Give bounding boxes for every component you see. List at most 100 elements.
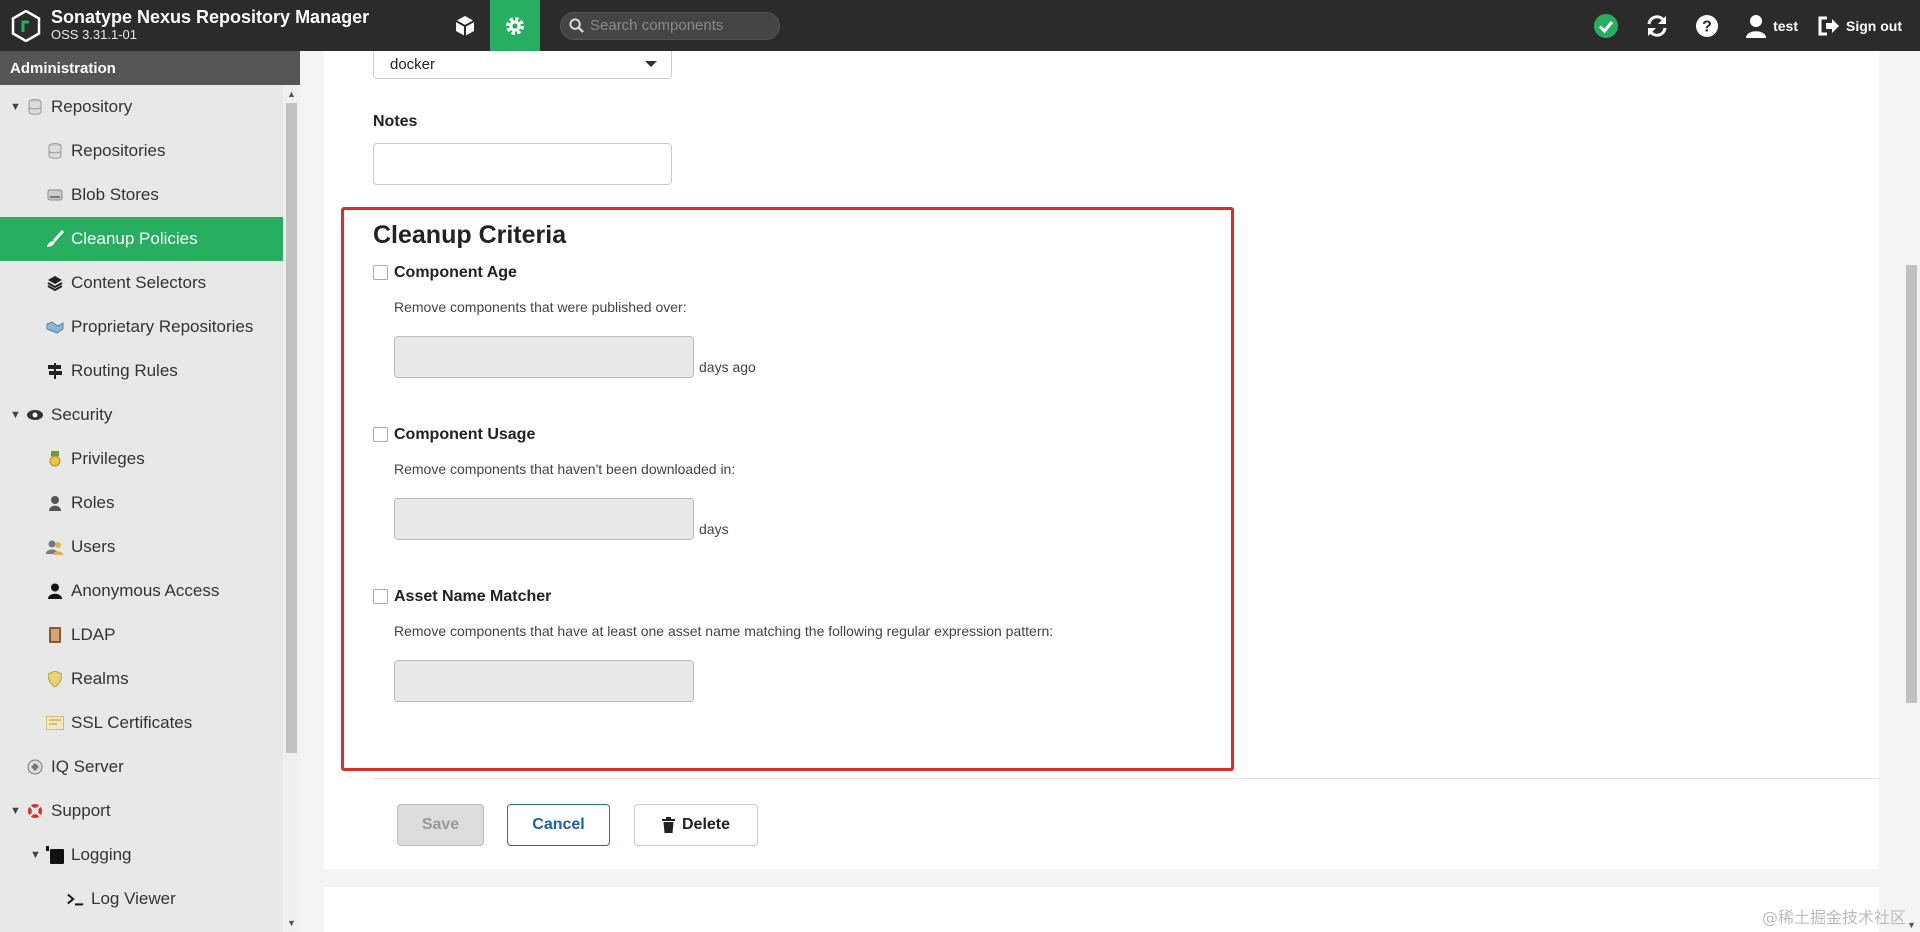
- section-title: Cleanup Criteria: [373, 221, 567, 249]
- sidebar-item-support[interactable]: ▼ Support: [0, 789, 283, 833]
- component-age-input[interactable]: [394, 336, 694, 378]
- sidebar-item-users[interactable]: Users: [0, 525, 283, 569]
- sidebar-item-label: Proprietary Repositories: [71, 317, 254, 336]
- main-scrollbar[interactable]: ▼: [1903, 51, 1920, 932]
- browse-icon: [455, 15, 475, 36]
- brand[interactable]: Sonatype Nexus Repository Manager OSS 3.…: [0, 8, 440, 42]
- logging-icon: [46, 846, 64, 864]
- database-icon: [26, 98, 44, 116]
- user-icon: [46, 582, 64, 600]
- component-age-label: Component Age: [394, 264, 517, 281]
- delete-button[interactable]: Delete: [634, 804, 758, 846]
- sidebar-item-log-viewer[interactable]: Log Viewer: [0, 877, 283, 921]
- form-panel: docker Notes Cleanup Criteria Component …: [324, 51, 1879, 869]
- browse-button[interactable]: [440, 0, 490, 51]
- notes-label: Notes: [373, 113, 418, 130]
- sidebar-item-label: Roles: [71, 493, 115, 512]
- expand-caret-icon[interactable]: ▼: [10, 409, 21, 421]
- book-icon: [46, 626, 64, 644]
- sign-out-label: Sign out: [1846, 17, 1902, 34]
- sidebar-item-iq-server[interactable]: IQ Server: [0, 745, 283, 789]
- sidebar-item-cleanup-policies[interactable]: Cleanup Policies: [0, 217, 283, 261]
- sidebar-item-ssl-certificates[interactable]: SSL Certificates: [0, 701, 283, 745]
- admin-button[interactable]: [490, 0, 540, 51]
- sidebar-item-proprietary-repositories[interactable]: Proprietary Repositories: [0, 305, 283, 349]
- main-scroll-thumb[interactable]: [1906, 265, 1917, 703]
- save-button[interactable]: Save: [397, 804, 484, 846]
- gear-icon: [506, 16, 524, 35]
- component-usage-input[interactable]: [394, 498, 694, 540]
- users-icon: [46, 538, 64, 556]
- sign-out-icon: [1818, 16, 1839, 35]
- sidebar-item-label: Logging: [71, 845, 132, 864]
- asset-name-matcher-checkbox[interactable]: [373, 589, 388, 604]
- chevron-down-icon: [645, 61, 657, 67]
- search-input[interactable]: [590, 17, 770, 34]
- sidebar-item-label: Realms: [71, 669, 129, 688]
- asset-name-matcher-desc: Remove components that have at least one…: [394, 623, 1054, 639]
- top-bar: Sonatype Nexus Repository Manager OSS 3.…: [0, 0, 1920, 51]
- layers-icon: [46, 274, 64, 292]
- scroll-down-icon[interactable]: ▼: [287, 918, 296, 928]
- sidebar-scrollbar[interactable]: ▲ ▼: [283, 85, 300, 932]
- iq-icon: [26, 758, 44, 776]
- help-button[interactable]: ?: [1695, 14, 1725, 38]
- status-indicator[interactable]: [1593, 13, 1625, 39]
- notes-field[interactable]: [373, 143, 672, 185]
- nexus-logo-icon: [11, 9, 41, 42]
- nav-tree: ▼ Repository Repositories Blob Stores Cleanu…: [0, 85, 283, 921]
- sidebar-item-label: Log Viewer: [91, 889, 176, 908]
- user-icon: [1746, 14, 1767, 38]
- database-icon: [46, 142, 64, 160]
- sidebar-item-label: IQ Server: [51, 757, 124, 776]
- sidebar-scroll-thumb[interactable]: [286, 103, 297, 753]
- user-menu[interactable]: test: [1745, 14, 1798, 38]
- username: test: [1773, 17, 1798, 34]
- component-usage-checkbox[interactable]: [373, 427, 388, 442]
- sidebar-item-ldap[interactable]: LDAP: [0, 613, 283, 657]
- sidebar-item-label: Anonymous Access: [71, 581, 220, 600]
- sidebar-item-routing-rules[interactable]: Routing Rules: [0, 349, 283, 393]
- watermark: @稀土掘金技术社区: [1761, 908, 1906, 927]
- sidebar-item-realms[interactable]: Realms: [0, 657, 283, 701]
- sidebar-item-label: Routing Rules: [71, 361, 178, 380]
- sign-out-button[interactable]: Sign out: [1818, 16, 1902, 36]
- refresh-icon: [1647, 14, 1667, 37]
- sidebar-item-label: SSL Certificates: [71, 713, 193, 732]
- scroll-down-icon[interactable]: ▼: [1907, 920, 1916, 930]
- expand-caret-icon[interactable]: ▼: [10, 101, 21, 113]
- brush-icon: [46, 230, 64, 248]
- eye-icon: [26, 406, 44, 424]
- scroll-up-icon[interactable]: ▲: [287, 89, 296, 99]
- sidebar-header: Administration: [0, 51, 300, 85]
- svg-text:?: ?: [1702, 18, 1712, 35]
- format-select[interactable]: docker: [373, 51, 672, 79]
- sidebar-item-blob-stores[interactable]: Blob Stores: [0, 173, 283, 217]
- main-content: docker Notes Cleanup Criteria Component …: [300, 51, 1920, 932]
- component-age-unit: days ago: [699, 359, 756, 375]
- format-value: docker: [390, 56, 436, 73]
- delete-label: Delete: [681, 816, 731, 833]
- refresh-button[interactable]: [1645, 14, 1675, 38]
- asset-name-matcher-label: Asset Name Matcher: [394, 588, 552, 605]
- component-age-checkbox[interactable]: [373, 265, 388, 280]
- sidebar-item-repository[interactable]: ▼ Repository: [0, 85, 283, 129]
- sidebar-item-label: Cleanup Policies: [71, 229, 198, 248]
- sidebar-item-logging[interactable]: ▼ Logging: [0, 833, 283, 877]
- sidebar-item-content-selectors[interactable]: Content Selectors: [0, 261, 283, 305]
- divider: [373, 778, 1879, 779]
- expand-caret-icon[interactable]: ▼: [10, 805, 21, 817]
- expand-caret-icon[interactable]: ▼: [30, 849, 41, 861]
- sidebar-item-anonymous-access[interactable]: Anonymous Access: [0, 569, 283, 613]
- trash-icon: [661, 817, 675, 833]
- search-box[interactable]: [560, 11, 780, 40]
- sidebar: Administration ▼ Repository Repositories Bl…: [0, 51, 300, 932]
- sidebar-item-roles[interactable]: Roles: [0, 481, 283, 525]
- sidebar-item-privileges[interactable]: Privileges: [0, 437, 283, 481]
- sidebar-item-label: LDAP: [71, 625, 116, 644]
- sidebar-item-repositories[interactable]: Repositories: [0, 129, 283, 173]
- sidebar-item-security[interactable]: ▼ Security: [0, 393, 283, 437]
- cancel-button[interactable]: Cancel: [507, 804, 610, 846]
- asset-name-matcher-input[interactable]: [394, 660, 694, 702]
- handshake-icon: [46, 318, 64, 336]
